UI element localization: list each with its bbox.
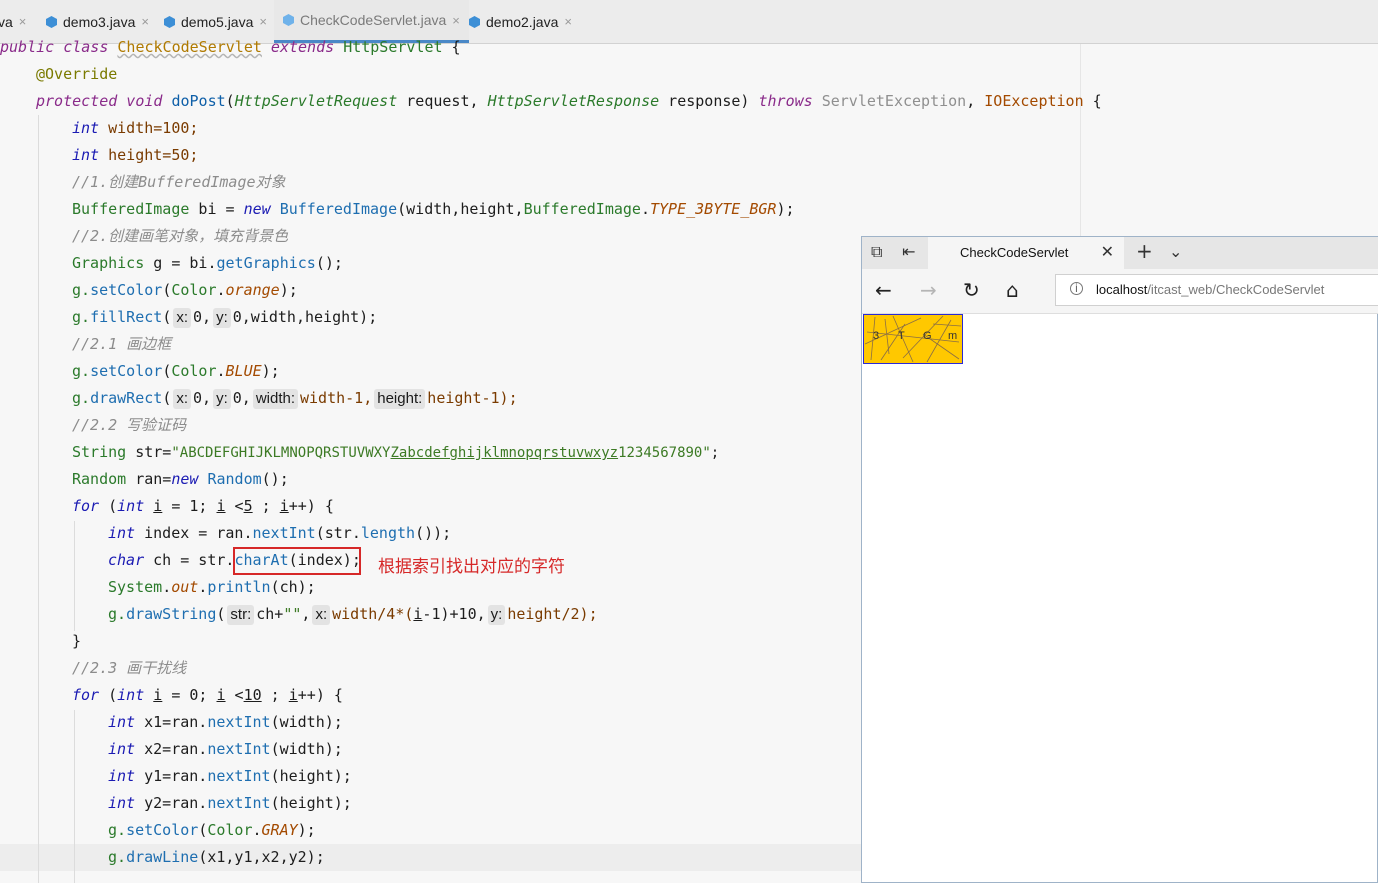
tab-label: demo5.java [181,13,254,30]
tab-close-icon[interactable]: × [259,14,267,29]
code-line: @Override [36,65,118,83]
browser-tab-title: CheckCodeServlet [960,245,1069,260]
code-line: Random ran=new Random(); [72,470,289,488]
code-line: } [72,632,82,650]
indent-guide [74,521,75,631]
captcha-char: T [898,330,905,342]
captcha-char: G [923,330,932,342]
browser-tab[interactable]: CheckCodeServlet ✕ [928,237,1124,269]
code-comment: //2.1 画边框 [72,335,172,353]
code-line: g.drawLine(x1,y1,x2,y2); [108,848,325,866]
code-line: int x1=ran.nextInt(width); [108,713,343,731]
tab-close-icon[interactable]: × [141,14,149,29]
param-hint: y: [213,389,231,409]
refresh-icon[interactable]: ↻ [963,278,980,302]
indent-guide [38,115,39,883]
tab-close-icon[interactable]: × [564,14,572,29]
tab-label: demo3.java [63,13,136,30]
tab-preview-icon[interactable]: ⧉ [871,242,882,262]
back-icon[interactable]: ← [875,278,892,302]
chevron-down-icon[interactable]: ⌄ [1169,242,1182,261]
address-bar[interactable]: i localhost/itcast_web/CheckCodeServlet [1055,274,1378,306]
param-hint: y: [487,605,506,625]
java-class-icon [469,15,480,28]
java-class-icon [164,15,175,28]
java-class-icon [46,15,57,28]
browser-toolbar: ← → ↻ ⌂ i localhost/itcast_web/CheckCode… [862,269,1378,314]
captcha-image: 3 T G m [863,314,963,364]
home-icon[interactable]: ⌂ [1006,278,1019,302]
param-hint: x: [173,308,192,328]
code-line: int index = ran.nextInt(str.length()); [108,524,452,542]
info-icon[interactable]: i [1070,282,1083,295]
editor-tab[interactable]: demo2.java × [469,0,572,43]
tab-label: va [0,13,13,30]
tab-label: CheckCodeServlet.java [300,12,447,28]
code-line: public class CheckCodeServlet extends Ht… [0,38,461,56]
param-hint: x: [173,389,192,409]
tab-label: demo2.java [486,13,559,30]
annotation-text: 根据索引找出对应的字符 [378,557,565,577]
code-line: int y2=ran.nextInt(height); [108,794,352,812]
code-line: g.fillRect(x: 0, y: 0,width,height); [72,308,378,328]
param-hint: y: [213,308,231,328]
close-icon[interactable]: ✕ [1101,242,1114,262]
browser-window: ⧉ ⇤ CheckCodeServlet ✕ + ⌄ ← → ↻ ⌂ i loc… [861,236,1378,883]
tab-close-icon[interactable]: × [452,13,460,28]
code-line: String str="ABCDEFGHIJKLMNOPQRSTUVWXYZab… [72,443,720,461]
code-comment: //2.2 写验证码 [72,416,187,434]
captcha-char: m [948,330,957,342]
param-hint: str: [227,605,255,625]
url-host: localhost [1096,282,1148,297]
captcha-char: 3 [873,330,879,342]
param-hint: x: [312,605,331,625]
param-hint: width: [252,389,298,409]
indent-guide [74,710,75,883]
code-line: for (int i = 1; i <5 ; i++) { [72,497,334,515]
code-line: int height=50; [72,146,199,164]
code-line: int width=100; [72,119,199,137]
forward-icon[interactable]: → [920,278,937,302]
code-comment: //1.创建BufferedImage对象 [72,173,286,191]
java-class-icon [283,14,294,26]
url-path: /itcast_web/CheckCodeServlet [1147,282,1325,297]
code-line: g.drawString(str: ch+"", x: width/4*(i-1)+1… [108,605,598,625]
code-line: Graphics g = bi.getGraphics(); [72,254,343,272]
url-text: localhost/itcast_web/CheckCodeServlet [1096,282,1324,297]
browser-tab-strip: ⧉ ⇤ CheckCodeServlet ✕ + ⌄ [862,237,1378,269]
code-comment: //2.3 画干扰线 [72,659,187,677]
code-line: g.setColor(Color.orange); [72,281,298,299]
param-hint: height: [374,389,426,409]
code-line: protected void doPost(HttpServletRequest… [36,92,1102,110]
annotation-highlight-box [233,547,361,575]
code-line: BufferedImage bi = new BufferedImage(wid… [72,200,795,218]
new-tab-icon[interactable]: + [1136,239,1153,263]
code-line: for (int i = 0; i <10 ; i++) { [72,686,343,704]
tab-close-icon[interactable]: × [19,14,27,29]
code-line: System.out.println(ch); [108,578,316,596]
code-line: g.setColor(Color.BLUE); [72,362,280,380]
code-line: int y1=ran.nextInt(height); [108,767,352,785]
set-tabs-aside-icon[interactable]: ⇤ [902,242,915,261]
code-line: g.drawRect(x: 0, y: 0, width: width-1, height:… [72,389,518,409]
code-line: g.setColor(Color.GRAY); [108,821,316,839]
code-comment: //2.创建画笔对象，填充背景色 [72,227,289,245]
code-line: int x2=ran.nextInt(width); [108,740,343,758]
